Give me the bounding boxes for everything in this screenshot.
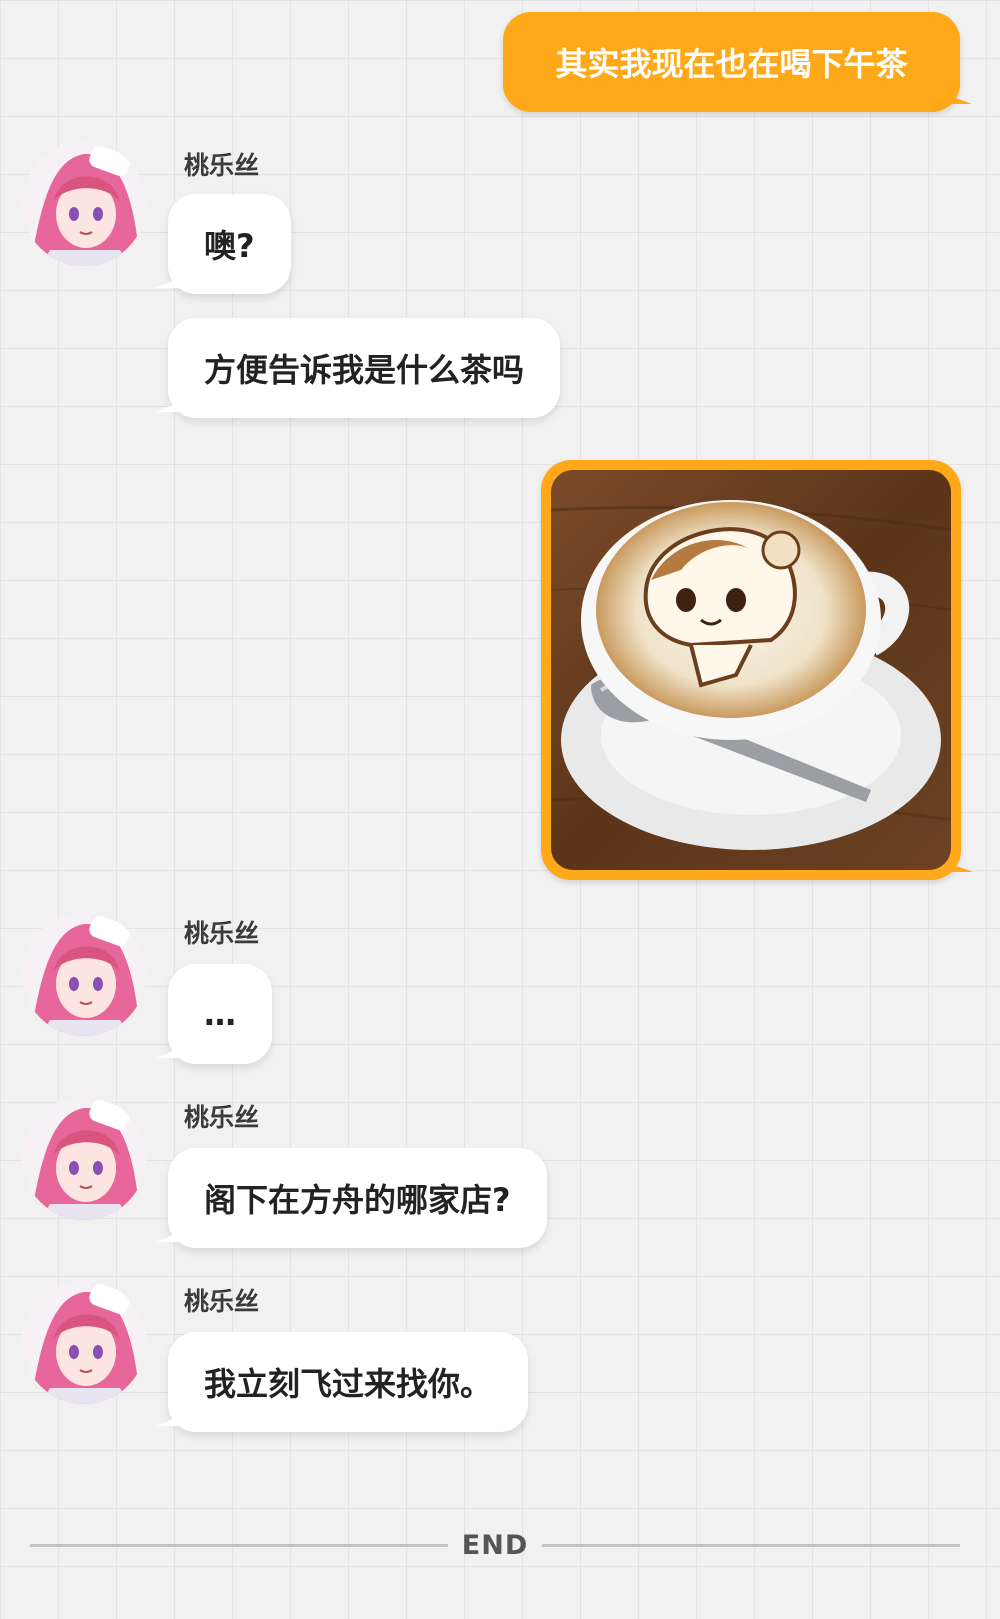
latte-art-photo[interactable] <box>551 470 951 870</box>
sender-name: 桃乐丝 <box>184 151 260 180</box>
divider-line <box>30 1543 448 1547</box>
outgoing-message-bubble[interactable]: 其实我现在也在喝下午茶 <box>503 12 972 112</box>
message-text: … <box>204 995 236 1033</box>
end-label: END <box>461 1529 529 1561</box>
message-text: 我立刻飞过来找你。 <box>204 1365 493 1403</box>
incoming-message-bubble[interactable]: 阁下在方舟的哪家店? <box>156 1148 547 1248</box>
incoming-message-bubble[interactable]: 噢? <box>156 194 291 294</box>
message-text: 方便告诉我是什么茶吗 <box>204 351 525 389</box>
message-text: 其实我现在也在喝下午茶 <box>555 45 908 83</box>
message-text: 阁下在方舟的哪家店? <box>204 1181 511 1219</box>
incoming-message-bubble[interactable]: … <box>156 964 272 1064</box>
avatar-icon <box>22 912 146 1036</box>
incoming-message-bubble[interactable]: 我立刻飞过来找你。 <box>155 1332 529 1432</box>
outgoing-image-bubble[interactable] <box>541 460 973 880</box>
contact-avatar[interactable] <box>20 1094 148 1222</box>
message-text: 噢? <box>204 227 255 265</box>
sender-name: 桃乐丝 <box>184 919 260 948</box>
avatar-icon <box>22 1096 146 1220</box>
incoming-message-bubble[interactable]: 方便告诉我是什么茶吗 <box>155 318 561 418</box>
divider-line <box>542 1543 961 1547</box>
contact-avatar[interactable] <box>20 1278 148 1406</box>
sender-name: 桃乐丝 <box>184 1103 260 1132</box>
avatar-icon <box>22 142 146 266</box>
avatar-icon <box>22 1280 146 1404</box>
contact-avatar[interactable] <box>20 910 148 1038</box>
contact-avatar[interactable] <box>20 140 148 268</box>
chat-log: 其实我现在也在喝下午茶 桃乐丝 噢? 方便告诉我是什么茶吗 桃乐丝 … 桃乐丝 … <box>0 0 1000 1619</box>
sender-name: 桃乐丝 <box>184 1287 260 1316</box>
end-divider: END <box>30 1529 961 1561</box>
